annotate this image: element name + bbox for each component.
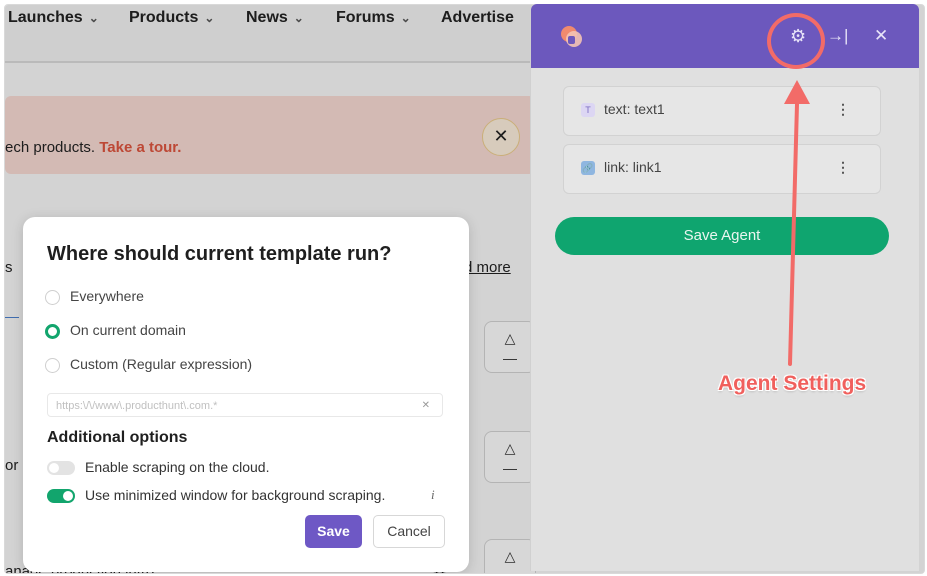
cancel-button[interactable]: Cancel	[373, 515, 445, 548]
toggle-label: Enable scraping on the cloud.	[85, 459, 270, 475]
dialog-title: Where should current template run?	[47, 243, 392, 265]
close-icon[interactable]: ✕	[874, 26, 888, 46]
minimized-window-toggle[interactable]	[47, 489, 75, 503]
annotation-highlight-circle	[767, 13, 825, 69]
agent-field-card[interactable]: T text: text1 ⋮	[563, 86, 881, 136]
toggle-knob	[49, 463, 59, 473]
option-label: On current domain	[70, 322, 186, 338]
option-label: Custom (Regular expression)	[70, 356, 253, 372]
info-icon[interactable]: i	[431, 487, 435, 503]
text-type-icon: T	[581, 103, 595, 117]
field-label: text: text1	[604, 101, 665, 117]
template-run-dialog: Where should current template run? Every…	[23, 217, 469, 572]
toggle-label: Use minimized window for background scra…	[85, 487, 386, 503]
radio-button[interactable]	[45, 290, 60, 305]
regex-input[interactable]: https:\/\/www\.producthunt\.com.* ✕	[47, 393, 443, 417]
radio-button[interactable]	[45, 358, 60, 373]
save-button[interactable]: Save	[305, 515, 362, 548]
more-options-icon[interactable]: ⋮	[836, 159, 850, 176]
app-logo-icon	[561, 26, 582, 47]
agent-panel: ⚙ →| ✕ T text: text1 ⋮ 🔗 link: link1 ⋮ S…	[530, 4, 919, 571]
save-agent-button[interactable]: Save Agent	[555, 217, 889, 255]
clear-icon[interactable]: ✕	[422, 394, 430, 418]
additional-options-heading: Additional options	[47, 429, 188, 446]
toggle-knob	[63, 491, 73, 501]
cloud-scraping-toggle[interactable]	[47, 461, 75, 475]
more-options-icon[interactable]: ⋮	[836, 101, 850, 118]
regex-value: https:\/\/www\.producthunt\.com.*	[56, 400, 218, 412]
annotation-label: Agent Settings	[718, 372, 867, 395]
field-label: link: link1	[604, 159, 662, 175]
agent-panel-header: ⚙ →| ✕	[531, 4, 919, 68]
agent-field-card[interactable]: 🔗 link: link1 ⋮	[563, 144, 881, 194]
link-type-icon: 🔗	[581, 161, 595, 175]
collapse-panel-icon[interactable]: →|	[827, 26, 848, 46]
radio-button-selected[interactable]	[45, 324, 60, 339]
option-label: Everywhere	[70, 288, 144, 304]
